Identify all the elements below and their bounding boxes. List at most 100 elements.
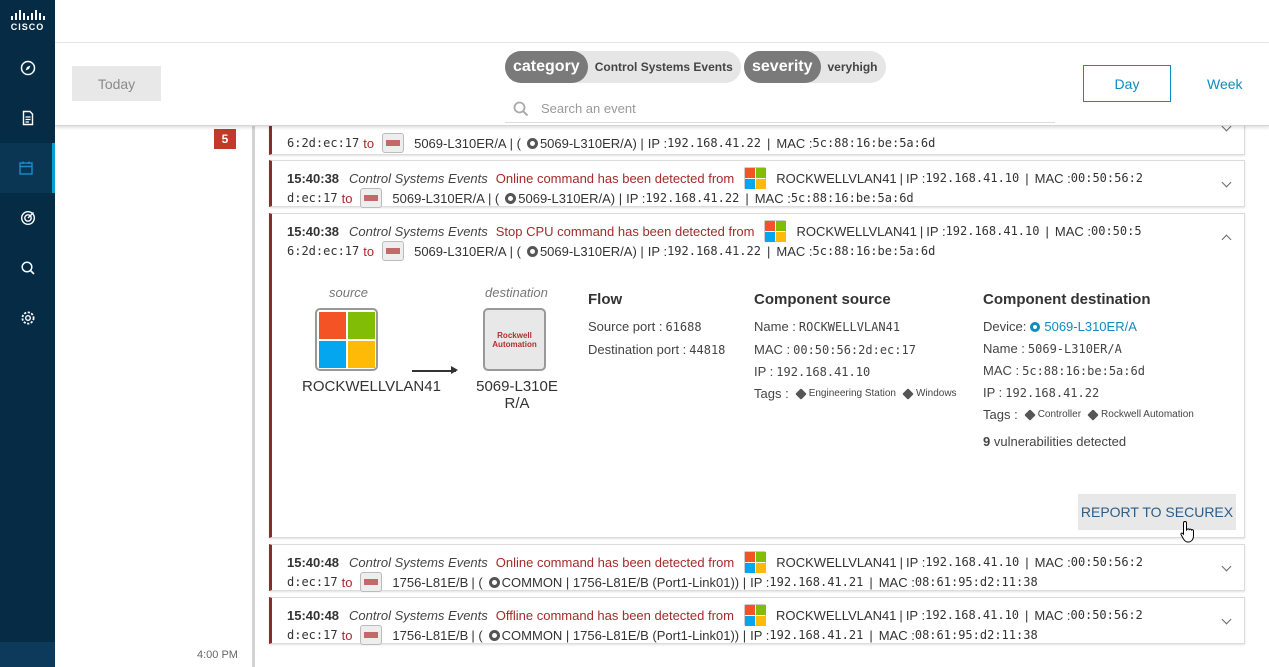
rockwell-logo-icon xyxy=(382,133,405,153)
destination-mac: 08:61:95:d2:11:38 xyxy=(914,575,1038,589)
tag-controller[interactable]: Controller xyxy=(1026,409,1081,420)
to-label: to xyxy=(363,135,375,151)
event-destination-row: 6:2d:ec:17 to 5069-L310ER/A | ( 5069-L31… xyxy=(287,241,935,261)
tag-windows[interactable]: Windows xyxy=(904,388,957,399)
target-icon xyxy=(20,210,35,226)
sidebar-item-events[interactable] xyxy=(0,143,55,193)
sidebar-item-risk[interactable] xyxy=(0,193,55,243)
destination-name: 5069-L310ER/A xyxy=(414,243,507,259)
tag-engineering-station[interactable]: Engineering Station xyxy=(797,388,896,399)
event-card[interactable]: 15:40:38 Control Systems Events Online c… xyxy=(269,160,1245,208)
cisco-logo[interactable]: CISCO xyxy=(0,0,55,42)
windows-logo-icon xyxy=(744,551,767,573)
expand-chevron-icon[interactable] xyxy=(1221,614,1232,625)
mac-tail: d:ec:17 xyxy=(287,575,338,589)
mac-tail: d:ec:17 xyxy=(287,191,338,205)
windows-logo-icon xyxy=(744,604,766,626)
source-ip: 192.168.41.10 xyxy=(925,171,1020,185)
component-destination-ip-row: IP :192.168.41.22 xyxy=(983,385,1100,400)
to-label: to xyxy=(341,574,353,590)
component-source-ip-row: IP :192.168.41.10 xyxy=(754,364,871,379)
calendar-icon xyxy=(19,161,33,175)
windows-logo-icon xyxy=(764,220,787,242)
source-mac: 00:50:56:2 xyxy=(1070,608,1143,622)
destination-ip: 192.168.41.21 xyxy=(769,575,864,589)
rockwell-logo-icon xyxy=(382,241,405,261)
search-input[interactable] xyxy=(541,101,1021,116)
collapse-chevron-icon[interactable] xyxy=(1221,234,1232,245)
component-source-name-row: Name : ROCKWELLVLAN41 xyxy=(754,319,901,334)
rockwell-logo-icon xyxy=(360,572,383,592)
source-name: ROCKWELLVLAN41 xyxy=(776,607,897,623)
destination-node-name: 5069-L310E R/A xyxy=(476,378,558,412)
event-category: Control Systems Events xyxy=(349,607,488,623)
event-destination-row: d:ec:17 to 1756-L81E/B | ( COMMON | 1756… xyxy=(287,572,1038,592)
destination-detail: 5069-L310ER/A xyxy=(518,190,611,206)
event-source-row: 15:40:38 Control Systems Events Stop CPU… xyxy=(287,220,1142,242)
expand-chevron-icon[interactable] xyxy=(1221,177,1232,188)
source-port-row: Source port :61688 xyxy=(588,319,702,334)
vulnerabilities-row[interactable]: 9 vulnerabilities detected xyxy=(983,434,1126,449)
sidebar-item-search[interactable] xyxy=(0,243,55,293)
event-card[interactable]: 15:40:48 Control Systems Events Online c… xyxy=(269,544,1245,592)
today-button[interactable]: Today xyxy=(72,66,161,101)
gear-icon xyxy=(526,245,538,257)
filter-chip-category[interactable]: category Control Systems Events xyxy=(505,51,741,83)
component-source-tags-row: Tags : Engineering Station Windows xyxy=(754,386,957,401)
component-destination-device-row: Device: 5069-L310ER/A xyxy=(983,319,1137,334)
sidebar-item-settings[interactable] xyxy=(0,293,55,343)
destination-name: 1756-L81E/B xyxy=(392,574,469,590)
component-source-mac-row: MAC :00:50:56:2d:ec:17 xyxy=(754,342,916,357)
destination-port-row: Destination port :44818 xyxy=(588,342,726,357)
event-message: Offline command has been detected from xyxy=(495,607,734,623)
destination-device-link[interactable]: 5069-L310ER/A xyxy=(1044,319,1137,334)
week-button[interactable]: Week xyxy=(1207,76,1243,92)
report-to-securex-button[interactable]: REPORT TO SECUREX xyxy=(1078,494,1236,530)
destination-name: 1756-L81E/B xyxy=(392,627,469,643)
rockwell-logo-icon xyxy=(360,625,383,645)
sidebar-item-reports[interactable] xyxy=(0,93,55,143)
filter-value: Control Systems Events xyxy=(594,60,733,74)
gear-icon xyxy=(505,192,517,204)
sidebar-footer xyxy=(0,642,55,667)
destination-name: 5069-L310ER/A xyxy=(392,190,485,206)
rockwell-logo-icon xyxy=(360,188,383,208)
event-card-expanded[interactable]: 15:40:38 Control Systems Events Stop CPU… xyxy=(269,213,1245,538)
destination-detail: COMMON | 1756-L81E/B (Port1-Link01) xyxy=(501,627,735,643)
hand-cursor-icon xyxy=(1180,520,1194,543)
event-source-row: 15:40:48 Control Systems Events Offline … xyxy=(287,604,1143,626)
mac-tail: 6:2d:ec:17 xyxy=(287,244,360,258)
timeline-divider xyxy=(252,126,255,667)
source-label: source xyxy=(329,285,369,300)
cisco-logo-text: CISCO xyxy=(10,22,45,32)
search-bar xyxy=(505,95,1055,123)
source-mac: 00:50:5 xyxy=(1091,224,1142,238)
event-count-badge[interactable]: 5 xyxy=(214,129,236,149)
toolbar: Today category Control Systems Events se… xyxy=(55,43,1269,126)
mac-tail: 6:2d:ec:17 xyxy=(287,136,360,150)
destination-detail: COMMON | 1756-L81E/B (Port1-Link01) xyxy=(501,574,735,590)
search-icon xyxy=(20,261,35,275)
flow-title: Flow xyxy=(588,291,623,308)
windows-logo-icon xyxy=(744,167,767,189)
gear-icon xyxy=(488,629,500,641)
sidebar-item-explore[interactable] xyxy=(0,43,55,93)
destination-mac: 5c:88:16:be:5a:6d xyxy=(790,191,914,205)
event-message: Stop CPU command has been detected from xyxy=(495,223,755,239)
source-ip: 192.168.41.10 xyxy=(925,608,1020,622)
event-card[interactable]: 15:40:48 Control Systems Events Offline … xyxy=(269,597,1245,645)
tag-rockwell-automation[interactable]: Rockwell Automation xyxy=(1089,409,1194,420)
destination-mac: 5c:88:16:be:5a:6d xyxy=(812,136,936,150)
to-label: to xyxy=(341,627,353,643)
day-button[interactable]: Day xyxy=(1083,65,1171,102)
event-time: 15:40:38 xyxy=(287,223,340,239)
component-destination-title: Component destination xyxy=(983,291,1151,308)
event-source-row: 15:40:48 Control Systems Events Online c… xyxy=(287,551,1143,573)
expand-chevron-icon[interactable] xyxy=(1221,561,1232,572)
filter-chip-severity[interactable]: severity veryhigh xyxy=(744,51,886,83)
document-icon xyxy=(22,110,33,126)
destination-port: 44818 xyxy=(689,342,726,357)
destination-rockwell-icon: Rockwell Automation xyxy=(483,308,546,371)
event-destination-row: d:ec:17 to 5069-L310ER/A | ( 5069-L310ER… xyxy=(287,188,914,208)
to-label: to xyxy=(341,190,353,206)
